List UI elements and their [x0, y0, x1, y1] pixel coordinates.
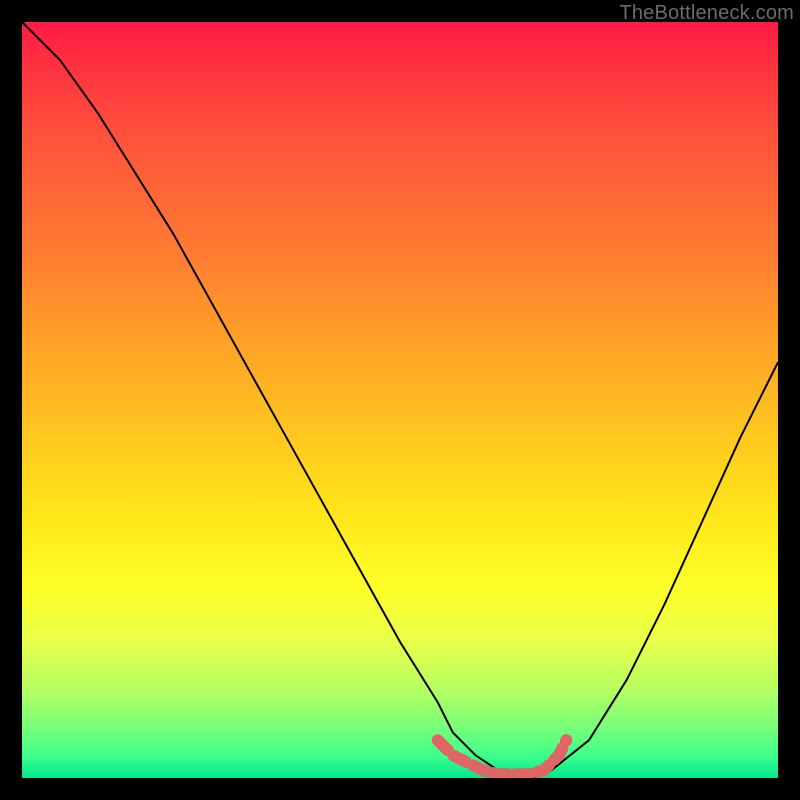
bottleneck-curve-path [22, 22, 778, 778]
chart-frame: TheBottleneck.com [0, 0, 800, 800]
curve-layer [22, 22, 778, 778]
plot-area [22, 22, 778, 778]
optimal-band-path [438, 740, 567, 774]
optimal-band [438, 740, 567, 774]
bottleneck-curve [22, 22, 778, 778]
